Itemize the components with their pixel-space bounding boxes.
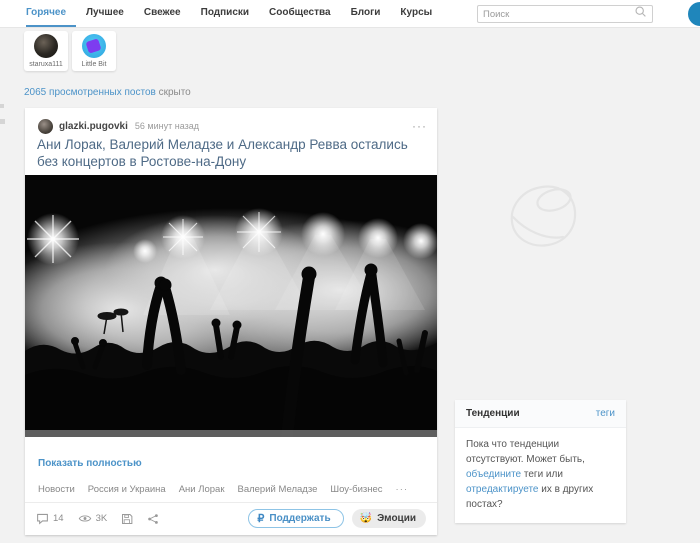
recommended-users-row: staruxa111 Little Bit (24, 31, 116, 71)
eye-icon (78, 512, 92, 525)
show-full-link[interactable]: Показать полностью (38, 458, 142, 469)
clipped-edge-icon (0, 119, 5, 124)
post-time: 56 минут назад (134, 121, 199, 131)
comments-stat[interactable]: 14 (36, 512, 64, 525)
nav-tabs: Горячее Лучшее Свежее Подписки Сообществ… (26, 0, 442, 27)
save-post-button[interactable] (121, 513, 133, 525)
post-header: glazki.pugovki 56 минут назад ··· (38, 118, 427, 134)
post-image-concert-photo[interactable] (25, 175, 437, 437)
edit-tags-link[interactable]: отредактируете (466, 484, 538, 495)
save-icon (121, 513, 133, 525)
emoji-icon: 🤯 (359, 513, 373, 524)
tag[interactable]: Ани Лорак (179, 484, 225, 495)
post-menu-dots-icon[interactable]: ··· (412, 120, 427, 132)
tag[interactable]: Шоу-бизнес (330, 484, 382, 495)
trends-text: Пока что тенденции отсутствуют. Может бы… (466, 439, 585, 465)
support-label: Поддержать (269, 513, 331, 524)
story-name: staruxa111 (29, 61, 63, 68)
views-stat: 3K (78, 512, 108, 525)
post-card: glazki.pugovki 56 минут назад ··· Ани Ло… (25, 108, 437, 535)
tab-blogs[interactable]: Блоги (341, 0, 391, 27)
trends-header: Тенденции теги (455, 400, 626, 428)
share-post-button[interactable] (147, 513, 159, 525)
more-tags-dots-icon[interactable]: ··· (396, 484, 409, 495)
tab-best[interactable]: Лучшее (76, 0, 134, 27)
trends-card: Тенденции теги Пока что тенденции отсутс… (455, 400, 626, 523)
hidden-suffix: скрыто (155, 87, 191, 98)
comment-icon (36, 512, 49, 525)
profile-avatar[interactable] (688, 2, 700, 26)
search-input[interactable] (483, 8, 634, 20)
viewed-posts-link[interactable]: 2065 просмотренных постов (24, 87, 156, 98)
tab-courses[interactable]: Курсы (390, 0, 442, 27)
story-avatar (82, 34, 106, 58)
tag[interactable]: Валерий Меладзе (237, 484, 317, 495)
story-tile-staruxa111[interactable]: staruxa111 (24, 31, 68, 71)
author-name[interactable]: glazki.pugovki (59, 121, 128, 132)
comments-count: 14 (53, 513, 64, 524)
story-tile-little-bit[interactable]: Little Bit (72, 31, 116, 71)
trends-body: Пока что тенденции отсутствуют. Может бы… (455, 428, 626, 523)
trends-text: теги или (521, 469, 563, 480)
views-count: 3K (95, 513, 108, 524)
pikabu-logo-watermark-icon (510, 185, 577, 247)
trends-title: Тенденции (466, 408, 520, 419)
tab-subscriptions[interactable]: Подписки (191, 0, 259, 27)
story-avatar (34, 34, 58, 58)
tag[interactable]: Новости (38, 484, 75, 495)
search-box (477, 5, 653, 23)
tag[interactable]: Россия и Украина (88, 484, 166, 495)
emotions-button[interactable]: 🤯 Эмоции (351, 509, 426, 528)
support-button[interactable]: ₽ Поддержать (248, 509, 344, 528)
share-icon (147, 513, 159, 525)
ruble-icon: ₽ (257, 513, 265, 525)
story-name: Little Bit (81, 61, 107, 68)
tab-fresh[interactable]: Свежее (134, 0, 191, 27)
tab-communities[interactable]: Сообщества (259, 0, 341, 27)
top-navigation-bar: Горячее Лучшее Свежее Подписки Сообществ… (0, 0, 700, 28)
post-tags: Новости Россия и Украина Ани Лорак Валер… (38, 484, 425, 495)
trends-tags-link[interactable]: теги (596, 408, 615, 419)
tab-hot[interactable]: Горячее (26, 0, 77, 27)
post-action-bar: 14 3K ₽ Поддержать 🤯 Эмоции (25, 502, 437, 535)
post-title[interactable]: Ани Лорак, Валерий Меладзе и Александр Р… (37, 136, 427, 170)
merge-tags-link[interactable]: объедините (466, 469, 521, 480)
clipped-edge-icon (0, 104, 4, 108)
search-icon[interactable] (634, 5, 647, 23)
author-avatar[interactable] (38, 118, 53, 134)
emotions-label: Эмоции (377, 513, 416, 524)
hidden-posts-line: 2065 просмотренных постов скрыто (24, 87, 191, 98)
